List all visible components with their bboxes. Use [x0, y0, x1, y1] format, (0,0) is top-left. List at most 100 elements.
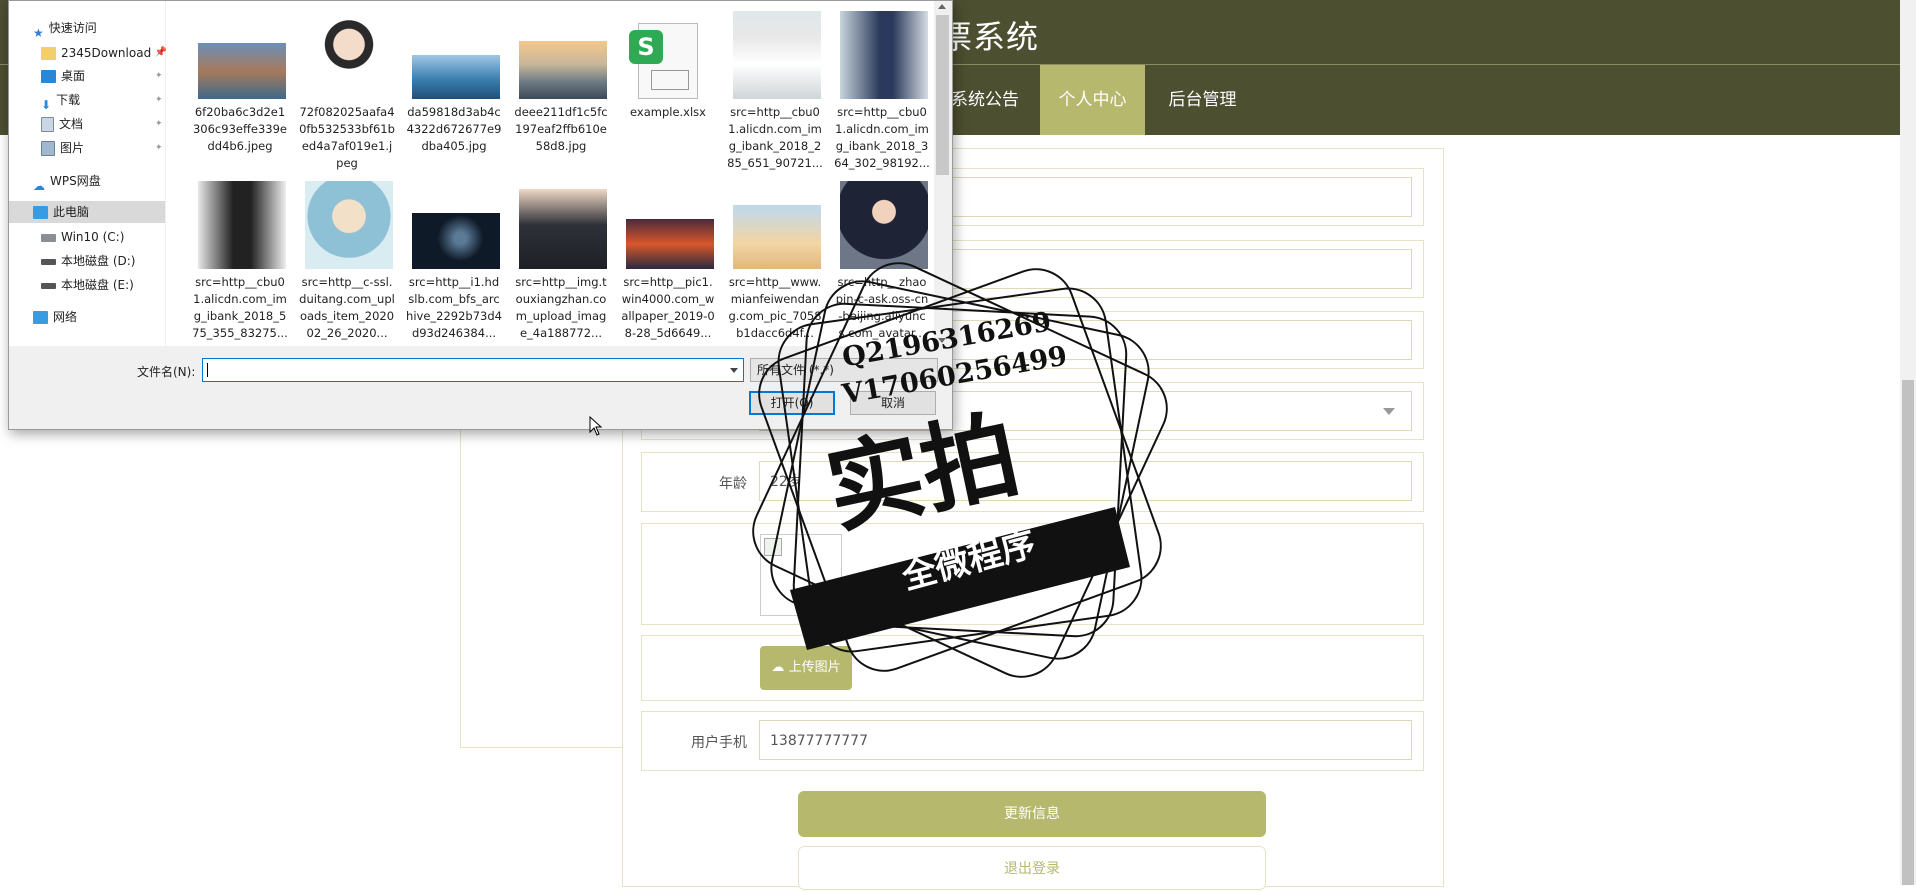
- document-icon: [41, 117, 54, 132]
- update-info-button[interactable]: 更新信息: [798, 791, 1266, 837]
- file-item[interactable]: src=http__i1.hdslb.com_bfs_archive_2292b…: [406, 181, 502, 346]
- file-name: 72f082025aafa40fb532533bf61bed4a7af019e1…: [299, 105, 395, 170]
- picture-icon: [41, 141, 55, 156]
- scroll-down-icon[interactable]: [938, 338, 946, 343]
- tree-this-pc[interactable]: 此电脑: [9, 201, 165, 223]
- tree-drive-e[interactable]: 本地磁盘 (E:): [41, 274, 134, 296]
- page-scrollbar-thumb[interactable]: [1902, 380, 1914, 885]
- filetype-select[interactable]: 所有文件 (*.*): [750, 358, 938, 382]
- tree-quick-access[interactable]: ★ 快速访问: [33, 17, 97, 40]
- phone-input[interactable]: 13877777777: [759, 720, 1412, 760]
- upload-image-button[interactable]: ☁ 上传图片: [760, 646, 852, 690]
- file-item[interactable]: src=http__www.mianfeiwendang.com_pic_705…: [727, 181, 823, 346]
- file-name: example.xlsx: [630, 105, 706, 119]
- file-item[interactable]: src=http__img.touxiangzhan.com_upload_im…: [513, 181, 609, 346]
- chevron-down-icon: [1383, 408, 1395, 415]
- form-row-upload: ☁ 上传图片: [641, 635, 1424, 701]
- image-thumbnail: [305, 11, 393, 99]
- network-icon: [33, 311, 48, 324]
- tree-wps-drive[interactable]: ☁ WPS网盘: [33, 170, 101, 193]
- drive-icon: [41, 233, 56, 242]
- logout-button[interactable]: 退出登录: [798, 846, 1266, 890]
- file-pane: 6f20ba6c3d2e1306c93effe339edd4b6.jpeg 72…: [166, 1, 934, 346]
- spreadsheet-icon: S: [629, 23, 698, 99]
- file-item[interactable]: src=http__c-ssl.duitang.com_uploads_item…: [299, 181, 395, 346]
- file-item[interactable]: S example.xlsx: [620, 11, 716, 181]
- tree-downloads[interactable]: ⬇ 下载: [41, 89, 81, 112]
- mouse-pointer-icon: [589, 416, 603, 436]
- tree-label: WPS网盘: [50, 174, 101, 188]
- image-thumbnail: [840, 11, 928, 99]
- nav-personal-center[interactable]: 个人中心: [1040, 65, 1145, 135]
- image-thumbnail: [840, 181, 928, 269]
- form-row-age: 年龄 22岁: [641, 452, 1424, 512]
- file-pane-scrollbar-thumb[interactable]: [936, 15, 949, 175]
- image-thumbnail: [198, 43, 286, 99]
- tree-pictures[interactable]: 图片: [41, 137, 84, 159]
- download-icon: ⬇: [41, 98, 52, 112]
- filename-input[interactable]: [202, 358, 744, 382]
- tree-2345download[interactable]: 2345Download 📌: [41, 42, 167, 64]
- scroll-up-icon[interactable]: [938, 4, 946, 9]
- file-pane-scrollbar[interactable]: [934, 1, 951, 346]
- file-name: src=http__img.touxiangzhan.com_upload_im…: [515, 275, 607, 340]
- tree-label: 下载: [56, 93, 81, 107]
- file-name: src=http__cbu01.alicdn.com_img_ibank_201…: [834, 105, 930, 170]
- tree-documents[interactable]: 文档: [41, 113, 83, 135]
- file-item[interactable]: src=http__cbu01.alicdn.com_img_ibank_201…: [192, 181, 288, 346]
- tree-drive-c[interactable]: Win10 (C:): [41, 226, 124, 248]
- file-name: src=http__i1.hdslb.com_bfs_archive_2292b…: [406, 275, 502, 340]
- image-thumbnail: [626, 219, 714, 269]
- age-label: 年龄: [719, 476, 747, 492]
- file-name: da59818d3ab4c4322d672677e9dba405.jpg: [406, 105, 502, 153]
- age-input[interactable]: 22岁: [759, 461, 1412, 501]
- nav-tree: ★ 快速访问 2345Download 📌 桌面 ⬇ 下载 文档 图片 ☁ WPS网盘 …: [9, 1, 167, 346]
- drive-icon: [41, 282, 56, 289]
- nav-admin[interactable]: 后台管理: [1155, 65, 1250, 135]
- image-thumbnail: [198, 181, 286, 269]
- form-row-avatar: [641, 523, 1424, 625]
- tree-drive-d[interactable]: 本地磁盘 (D:): [41, 250, 135, 272]
- file-name: src=http__c-ssl.duitang.com_uploads_item…: [299, 275, 395, 340]
- nav-announcements[interactable]: 系统公告: [940, 65, 1030, 135]
- file-name: src=http__cbu01.alicdn.com_img_ibank_201…: [727, 105, 823, 170]
- file-name: src=http__pic1.win4000.com_wallpaper_201…: [621, 275, 715, 340]
- file-item[interactable]: 72f082025aafa40fb532533bf61bed4a7af019e1…: [299, 11, 395, 181]
- cancel-button[interactable]: 取消: [850, 391, 936, 415]
- tree-label: 本地磁盘 (E:): [61, 278, 134, 292]
- folder-icon: [41, 47, 56, 60]
- chevron-down-icon[interactable]: [730, 368, 738, 373]
- tree-label: 文档: [59, 117, 84, 131]
- open-button[interactable]: 打开(O): [749, 391, 835, 415]
- file-item[interactable]: deee211df1c5fc197eaf2ffb610e58d8.jpg: [513, 11, 609, 181]
- page-scrollbar[interactable]: [1900, 0, 1916, 885]
- tree-label: 网络: [53, 310, 78, 324]
- file-name: src=http__zhaopin-c-ask.oss-cn-beijing.a…: [835, 275, 929, 340]
- wps-sheet-badge-icon: S: [629, 30, 663, 64]
- file-item[interactable]: src=http__cbu01.alicdn.com_img_ibank_201…: [834, 11, 930, 181]
- tree-label: 本地磁盘 (D:): [61, 254, 136, 268]
- upload-cloud-icon: ☁: [771, 660, 789, 675]
- tree-label: 桌面: [61, 69, 86, 83]
- file-item[interactable]: 6f20ba6c3d2e1306c93effe339edd4b6.jpeg: [192, 11, 288, 181]
- file-item[interactable]: src=http__pic1.win4000.com_wallpaper_201…: [620, 181, 716, 346]
- image-thumbnail: [412, 55, 500, 99]
- file-name: 6f20ba6c3d2e1306c93effe339edd4b6.jpeg: [192, 105, 287, 153]
- file-item[interactable]: src=http__cbu01.alicdn.com_img_ibank_201…: [727, 11, 823, 181]
- avatar-image: [760, 534, 842, 616]
- file-item[interactable]: da59818d3ab4c4322d672677e9dba405.jpg: [406, 11, 502, 181]
- image-thumbnail: [412, 213, 500, 269]
- drive-icon: [41, 258, 56, 265]
- computer-icon: [33, 206, 48, 219]
- image-thumbnail: [305, 181, 393, 269]
- cloud-icon: ☁: [33, 179, 45, 193]
- text-cursor: [207, 363, 208, 377]
- file-name: src=http__cbu01.alicdn.com_img_ibank_201…: [192, 275, 288, 340]
- tree-label: Win10 (C:): [61, 230, 125, 244]
- tree-desktop[interactable]: 桌面: [41, 65, 85, 87]
- phone-label: 用户手机: [691, 735, 747, 751]
- tree-label: 快速访问: [48, 21, 97, 35]
- grid-icon: [651, 70, 689, 90]
- tree-network[interactable]: 网络: [33, 306, 77, 328]
- file-item[interactable]: src=http__zhaopin-c-ask.oss-cn-beijing.a…: [834, 181, 930, 346]
